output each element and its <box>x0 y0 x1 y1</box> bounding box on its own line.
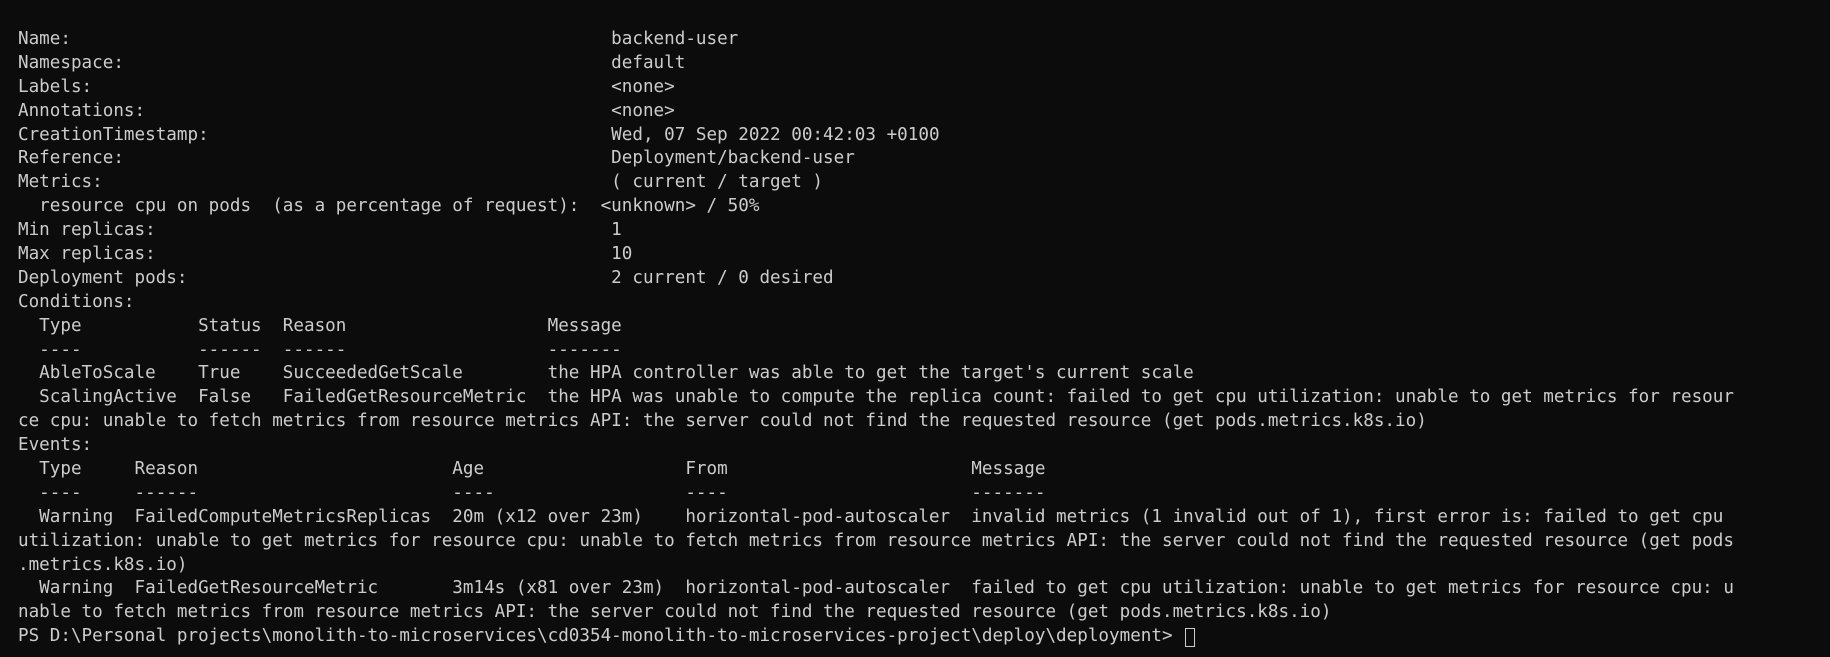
output-line-max-replicas: Max replicas: 10 <box>18 244 633 265</box>
events-row-failed-compute-metrics-wrap-2: .metrics.k8s.io) <box>18 554 188 575</box>
conditions-table-separator: ---- ------ ------ ------- <box>18 339 622 360</box>
events-table-separator: ---- ------ ---- ---- ------- <box>18 482 1046 503</box>
output-line-name: Name: backend-user <box>18 29 739 49</box>
events-row-failed-get-resource-metric-wrap: nable to fetch metrics from resource met… <box>18 602 1332 623</box>
output-line-annotations: Annotations: <none> <box>18 100 675 121</box>
events-row-failed-compute-metrics: Warning FailedComputeMetricsReplicas 20m… <box>18 506 1724 527</box>
conditions-row-able-to-scale: AbleToScale True SucceededGetScale the H… <box>18 363 1194 384</box>
terminal-window[interactable]: Name: backend-user Namespace: default La… <box>0 0 1830 657</box>
output-line-labels: Labels: <none> <box>18 76 675 97</box>
shell-prompt: PS D:\Personal projects\monolith-to-micr… <box>18 626 1184 647</box>
events-table-header: Type Reason Age From Message <box>18 459 1046 480</box>
output-line-deployment-pods: Deployment pods: 2 current / 0 desired <box>18 267 834 288</box>
conditions-row-scaling-active: ScalingActive False FailedGetResourceMet… <box>18 387 1734 408</box>
output-line-min-replicas: Min replicas: 1 <box>18 220 622 241</box>
output-line-metric-resource-cpu: resource cpu on pods (as a percentage of… <box>18 196 760 217</box>
events-row-failed-compute-metrics-wrap-1: utilization: unable to get metrics for r… <box>18 530 1734 551</box>
output-line-creation-timestamp: CreationTimestamp: Wed, 07 Sep 2022 00:4… <box>18 124 940 145</box>
output-line-events-heading: Events: <box>18 435 93 456</box>
output-line-conditions-heading: Conditions: <box>18 291 135 312</box>
conditions-row-scaling-active-wrap: ce cpu: unable to fetch metrics from res… <box>18 411 1427 432</box>
output-line-metrics: Metrics: ( current / target ) <box>18 172 824 193</box>
events-row-failed-get-resource-metric: Warning FailedGetResourceMetric 3m14s (x… <box>18 578 1734 599</box>
conditions-table-header: Type Status Reason Message <box>18 315 622 336</box>
command-prompt-line[interactable]: PS D:\Personal projects\monolith-to-micr… <box>18 625 1830 649</box>
output-line-namespace: Namespace: default <box>18 52 686 73</box>
text-cursor[interactable] <box>1185 627 1196 647</box>
output-line-reference: Reference: Deployment/backend-user <box>18 148 855 169</box>
